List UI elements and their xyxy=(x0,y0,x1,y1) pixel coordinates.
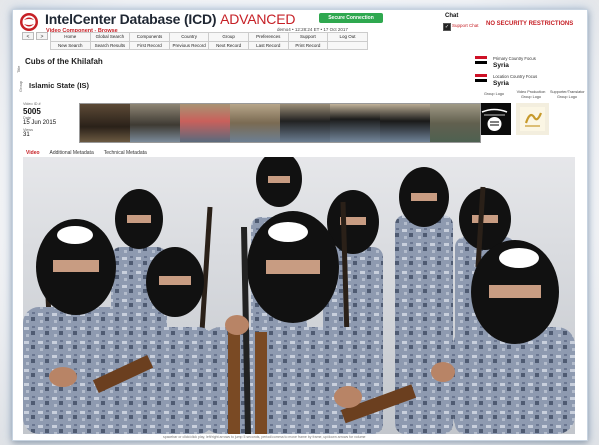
nav-first-record[interactable]: First Record xyxy=(130,41,170,50)
nav-group[interactable]: Group xyxy=(209,33,249,42)
production-logo-caption: Video Production Group Logo xyxy=(516,90,546,99)
syria-flag-icon xyxy=(475,56,487,64)
nav-support[interactable]: Support xyxy=(288,33,329,42)
nav-arrows: < > xyxy=(22,32,49,40)
primary-country-label: Primary Country Focus xyxy=(493,56,536,61)
thumbnail-frame[interactable] xyxy=(280,104,330,142)
chat-checkbox[interactable]: ✓ xyxy=(443,23,451,31)
nav-next-record[interactable]: Next Record xyxy=(209,41,249,50)
group-logo-image[interactable] xyxy=(478,103,511,135)
nav-empty-cell xyxy=(328,41,368,50)
thumbnail-frame[interactable] xyxy=(330,104,380,142)
group-field-label: Group xyxy=(18,80,23,92)
supporter-logo-caption: Supporter/Translator Group Logo xyxy=(550,90,585,99)
views-value: 31 xyxy=(23,132,30,138)
group-logo-caption: Group Logo xyxy=(483,92,505,96)
primary-country-value[interactable]: Syria xyxy=(493,62,509,69)
nav-search-results[interactable]: Search Results xyxy=(90,41,131,50)
back-arrow-button[interactable]: < xyxy=(22,32,34,40)
app-window: IntelCenter Database (ICD) ADVANCED Vide… xyxy=(12,9,588,441)
record-group[interactable]: Islamic State (IS) xyxy=(29,81,89,90)
player-controls-hint: spacebar or click/click play, left/right… xyxy=(163,435,366,439)
video-frame-image xyxy=(23,157,575,434)
nav-log-out[interactable]: Log Out xyxy=(328,33,368,42)
forward-arrow-button[interactable]: > xyxy=(36,32,48,40)
app-title-main: IntelCenter Database (ICD) xyxy=(45,11,217,27)
thumbnail-frame[interactable] xyxy=(380,104,430,142)
secure-connection-button[interactable]: Secure Connection xyxy=(319,13,383,23)
record-title: Cubs of the Khilafah xyxy=(25,57,103,66)
thumbnail-frame[interactable] xyxy=(80,104,130,142)
app-title-accent: ADVANCED xyxy=(220,11,296,27)
app-title: IntelCenter Database (ICD) ADVANCED xyxy=(45,11,295,27)
nav-global-search[interactable]: Global Search xyxy=(90,33,131,42)
thumbnail-frame[interactable] xyxy=(130,104,180,142)
nav-print-record[interactable]: Print Record xyxy=(288,41,329,50)
production-logo-image[interactable] xyxy=(516,103,549,135)
nav-grid: Home Global Search Components Country Gr… xyxy=(50,32,368,50)
thumbnail-frame[interactable] xyxy=(230,104,280,142)
nav-new-search[interactable]: New Search xyxy=(51,41,91,50)
nav-previous-record[interactable]: Previous Record xyxy=(169,41,210,50)
support-chat-link[interactable]: Support Chat xyxy=(452,23,479,28)
title-field-label: Title xyxy=(16,65,21,73)
nav-country[interactable]: Country xyxy=(169,33,210,42)
security-notice: NO SECURITY RESTRICTIONS xyxy=(486,21,574,27)
syria-flag-icon xyxy=(475,74,487,82)
date-value: 15 Jun 2015 xyxy=(23,120,57,126)
chat-label: Chat xyxy=(445,13,459,19)
location-country-label: Location Country Focus xyxy=(493,74,538,79)
video-thumbnail-strip[interactable] xyxy=(79,103,481,143)
nav-preferences[interactable]: Preferences xyxy=(248,33,289,42)
nav-home[interactable]: Home xyxy=(51,33,91,42)
thumbnail-frame[interactable] xyxy=(430,104,480,142)
video-player[interactable] xyxy=(23,157,575,434)
thumbnail-frame[interactable] xyxy=(180,104,230,142)
video-id-value: 5005 xyxy=(23,107,41,116)
video-id-label: Video ID # xyxy=(23,102,41,106)
nav-last-record[interactable]: Last Record xyxy=(248,41,289,50)
location-country-value[interactable]: Syria xyxy=(493,80,509,87)
nav-components[interactable]: Components xyxy=(130,33,170,42)
intelcenter-logo-icon xyxy=(20,13,38,31)
